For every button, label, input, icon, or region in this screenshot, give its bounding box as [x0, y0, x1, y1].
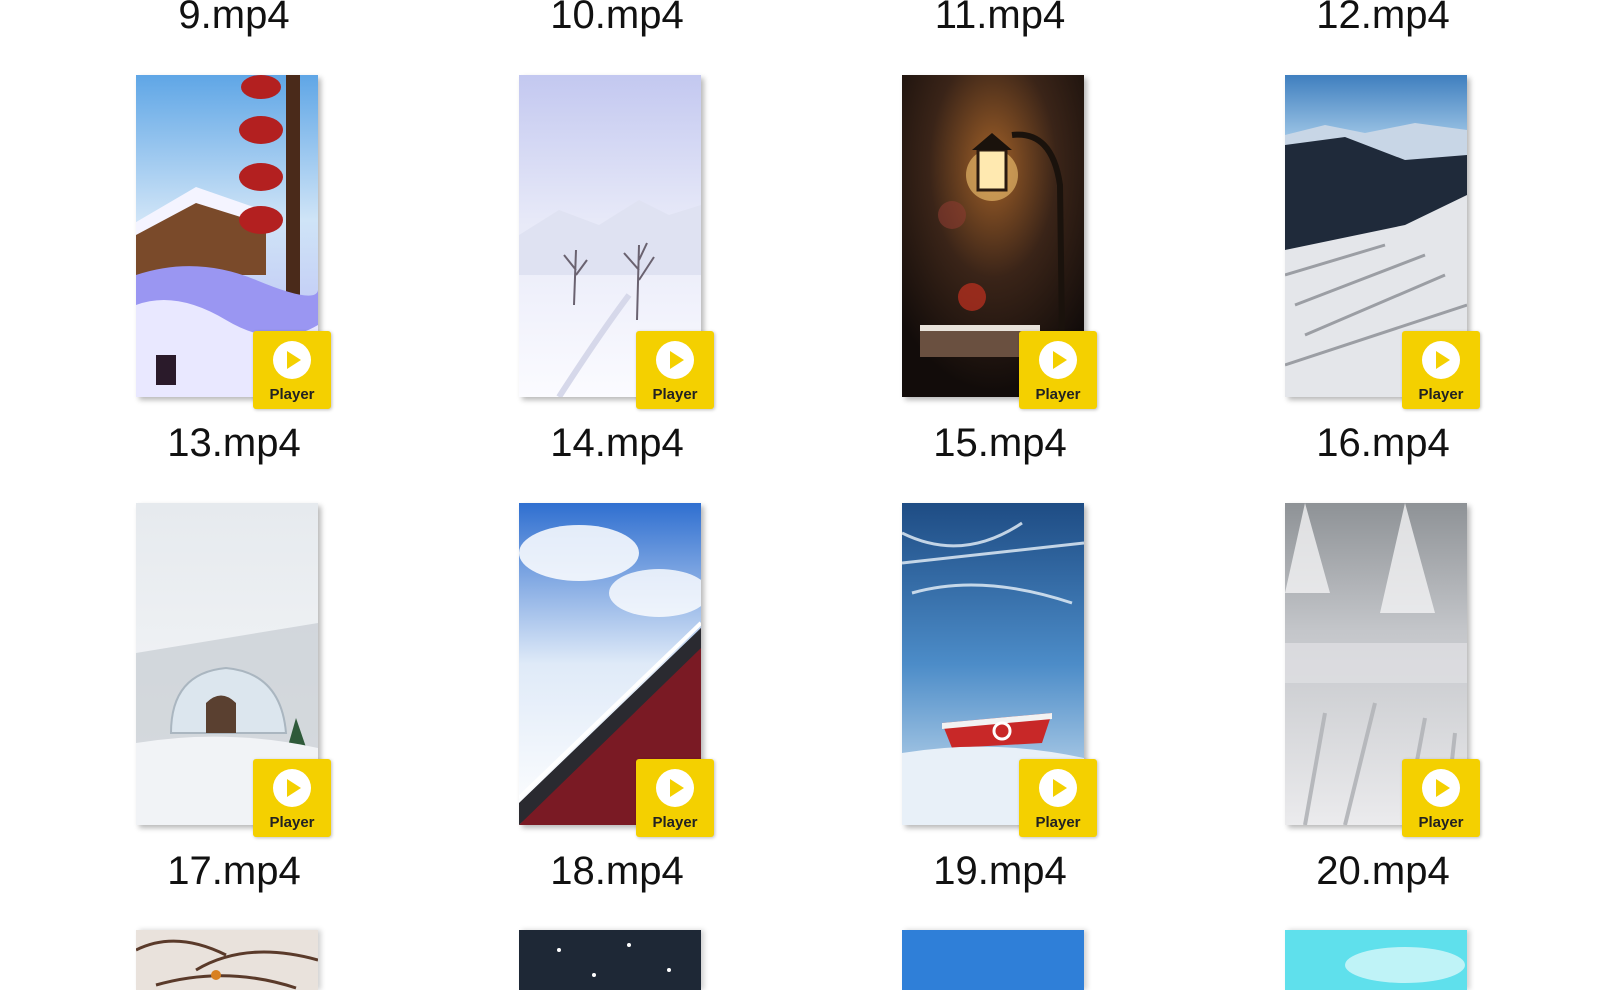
player-badge: Player [1019, 331, 1097, 409]
player-badge: Player [636, 331, 714, 409]
player-badge-label: Player [652, 386, 698, 403]
video-thumbnail[interactable] [1285, 930, 1467, 990]
player-badge: Player [1402, 759, 1480, 837]
file-name-label[interactable]: 20.mp4 [1253, 848, 1513, 894]
play-icon [1422, 769, 1460, 807]
player-badge-label: Player [1418, 814, 1464, 831]
file-name-label[interactable]: 14.mp4 [487, 420, 747, 466]
player-badge: Player [1402, 331, 1480, 409]
player-badge-label: Player [1035, 814, 1081, 831]
file-name-label[interactable]: 10.mp4 [487, 0, 747, 38]
play-icon [656, 769, 694, 807]
player-badge: Player [253, 759, 331, 837]
play-icon [1039, 769, 1077, 807]
play-icon [656, 341, 694, 379]
play-icon [1422, 341, 1460, 379]
video-thumbnail[interactable] [519, 930, 701, 990]
file-name-label[interactable]: 16.mp4 [1253, 420, 1513, 466]
file-name-label[interactable]: 11.mp4 [870, 0, 1130, 38]
player-badge: Player [253, 331, 331, 409]
player-badge: Player [636, 759, 714, 837]
play-icon [273, 341, 311, 379]
file-name-label[interactable]: 19.mp4 [870, 848, 1130, 894]
file-name-label[interactable]: 17.mp4 [104, 848, 364, 894]
player-badge: Player [1019, 759, 1097, 837]
player-badge-label: Player [269, 386, 315, 403]
file-name-label[interactable]: 15.mp4 [870, 420, 1130, 466]
player-badge-label: Player [1035, 386, 1081, 403]
file-name-label[interactable]: 12.mp4 [1253, 0, 1513, 38]
play-icon [273, 769, 311, 807]
file-name-label[interactable]: 18.mp4 [487, 848, 747, 894]
player-badge-label: Player [652, 814, 698, 831]
file-name-label[interactable]: 9.mp4 [104, 0, 364, 38]
file-name-label[interactable]: 13.mp4 [104, 420, 364, 466]
file-grid: 9.mp4 10.mp4 11.mp4 12.mp4 Player Player… [0, 0, 1600, 990]
play-icon [1039, 341, 1077, 379]
player-badge-label: Player [269, 814, 315, 831]
video-thumbnail[interactable] [902, 930, 1084, 990]
video-thumbnail[interactable] [136, 930, 318, 990]
player-badge-label: Player [1418, 386, 1464, 403]
